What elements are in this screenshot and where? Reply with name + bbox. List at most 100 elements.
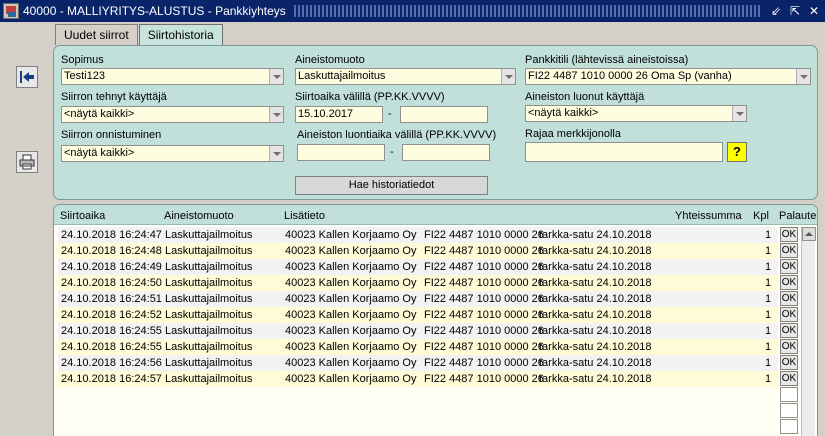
- chevron-down-icon[interactable]: [269, 107, 283, 122]
- aineistomuoto-select[interactable]: Laskuttajailmoitus: [295, 68, 516, 85]
- cell-aineistomuoto: Laskuttajailmoitus: [165, 229, 253, 241]
- feedback-empty-slot[interactable]: [780, 387, 798, 402]
- exit-arrow-icon: [20, 71, 34, 83]
- aineiston-luonut-value: <näytä kaikki>: [528, 107, 599, 119]
- cell-lisatieto-info: tarkka-satu 24.10.2018: [539, 373, 652, 385]
- table-row[interactable]: 24.10.2018 16:24:52 Laskuttajailmoitus 400…: [58, 307, 778, 323]
- sopimus-select[interactable]: Testi123: [61, 68, 284, 85]
- cell-lisatieto-company: 40023 Kallen Korjaamo Oy: [285, 325, 417, 337]
- cell-kpl: 1: [765, 309, 772, 321]
- cell-lisatieto-account: FI22 4487 1010 0000 26: [424, 341, 544, 353]
- feedback-ok-button[interactable]: OK: [780, 339, 798, 354]
- siirron-tehnyt-value: <näytä kaikki>: [64, 108, 135, 120]
- maximize-icon[interactable]: ⇱: [787, 3, 803, 19]
- cell-lisatieto-info: tarkka-satu 24.10.2018: [539, 245, 652, 257]
- scroll-up-icon[interactable]: [802, 227, 816, 241]
- cell-kpl: 1: [765, 245, 772, 257]
- chevron-down-icon[interactable]: [501, 69, 515, 84]
- tab-siirtohistoria[interactable]: Siirtohistoria: [138, 24, 223, 46]
- chevron-down-icon[interactable]: [269, 69, 283, 84]
- cell-siirtoaika: 24.10.2018 16:24:48: [61, 245, 162, 257]
- cell-lisatieto-account: FI22 4487 1010 0000 26: [424, 229, 544, 241]
- minimize-icon[interactable]: ⇙: [768, 3, 784, 19]
- cell-lisatieto-info: tarkka-satu 24.10.2018: [539, 357, 652, 369]
- cell-lisatieto-info: tarkka-satu 24.10.2018: [539, 261, 652, 273]
- column-header-lisatieto: Lisätieto: [284, 210, 325, 222]
- title-bar-pattern: [291, 5, 762, 17]
- pankkitili-label: Pankkitili (lähtevissä aineistoissa): [525, 54, 689, 66]
- column-header-aineistomuoto: Aineistomuoto: [164, 210, 234, 222]
- cell-lisatieto-account: FI22 4487 1010 0000 26: [424, 325, 544, 337]
- cell-siirtoaika: 24.10.2018 16:24:47: [61, 229, 162, 241]
- feedback-empty-slot[interactable]: [780, 419, 798, 434]
- tab-uudet-siirrot[interactable]: Uudet siirrot: [55, 24, 138, 45]
- siirtoaika-to-input[interactable]: [400, 106, 488, 123]
- feedback-ok-button[interactable]: OK: [780, 307, 798, 322]
- chevron-down-icon[interactable]: [732, 106, 746, 121]
- cell-lisatieto-info: tarkka-satu 24.10.2018: [539, 293, 652, 305]
- sopimus-value: Testi123: [64, 70, 105, 82]
- table-row[interactable]: 24.10.2018 16:24:55 Laskuttajailmoitus 400…: [58, 323, 778, 339]
- cell-siirtoaika: 24.10.2018 16:24:49: [61, 261, 162, 273]
- feedback-empty-slot[interactable]: [780, 403, 798, 418]
- table-row[interactable]: 24.10.2018 16:24:49 Laskuttajailmoitus 400…: [58, 259, 778, 275]
- tab-strip: Uudet siirrot Siirtohistoria: [55, 24, 224, 46]
- filter-panel: Sopimus Testi123 Aineistomuoto Laskuttaj…: [53, 45, 818, 200]
- feedback-ok-button[interactable]: OK: [780, 275, 798, 290]
- table-row[interactable]: 24.10.2018 16:24:47 Laskuttajailmoitus 400…: [58, 227, 778, 243]
- cell-lisatieto-account: FI22 4487 1010 0000 26: [424, 245, 544, 257]
- printer-icon: [19, 154, 35, 170]
- table-row[interactable]: 24.10.2018 16:24:55 Laskuttajailmoitus 400…: [58, 339, 778, 355]
- column-header-palaute: Palaute: [779, 210, 817, 222]
- rajaa-label: Rajaa merkkijonolla: [525, 128, 621, 140]
- feedback-ok-button[interactable]: OK: [780, 227, 798, 242]
- cell-aineistomuoto: Laskuttajailmoitus: [165, 245, 253, 257]
- cell-aineistomuoto: Laskuttajailmoitus: [165, 277, 253, 289]
- results-header: Siirtoaika Aineistomuoto Lisätieto Yhtei…: [54, 205, 817, 225]
- luontiaika-from-input[interactable]: [297, 144, 385, 161]
- table-row[interactable]: 24.10.2018 16:24:56 Laskuttajailmoitus 400…: [58, 355, 778, 371]
- aineistomuoto-value: Laskuttajailmoitus: [298, 70, 386, 82]
- table-row[interactable]: 24.10.2018 16:24:50 Laskuttajailmoitus 400…: [58, 275, 778, 291]
- vertical-scrollbar[interactable]: [801, 227, 816, 436]
- luontiaika-to-input[interactable]: [402, 144, 490, 161]
- cell-aineistomuoto: Laskuttajailmoitus: [165, 309, 253, 321]
- column-header-yhteissumma: Yhteissumma: [675, 210, 742, 222]
- cell-lisatieto-info: tarkka-satu 24.10.2018: [539, 277, 652, 289]
- table-row[interactable]: 24.10.2018 16:24:48 Laskuttajailmoitus 400…: [58, 243, 778, 259]
- feedback-ok-button[interactable]: OK: [780, 259, 798, 274]
- feedback-ok-button[interactable]: OK: [780, 355, 798, 370]
- feedback-ok-button[interactable]: OK: [780, 323, 798, 338]
- feedback-ok-button[interactable]: OK: [780, 371, 798, 386]
- siirron-onnistuminen-value: <näytä kaikki>: [64, 147, 135, 159]
- cell-kpl: 1: [765, 373, 772, 385]
- feedback-ok-button[interactable]: OK: [780, 291, 798, 306]
- fetch-history-button[interactable]: Hae historiatiedot: [295, 176, 488, 195]
- cell-kpl: 1: [765, 357, 772, 369]
- sopimus-label: Sopimus: [61, 54, 104, 66]
- siirron-onnistuminen-select[interactable]: <näytä kaikki>: [61, 145, 284, 162]
- table-row[interactable]: 24.10.2018 16:24:57 Laskuttajailmoitus 400…: [58, 371, 778, 387]
- cell-siirtoaika: 24.10.2018 16:24:56: [61, 357, 162, 369]
- cell-aineistomuoto: Laskuttajailmoitus: [165, 261, 253, 273]
- exit-button[interactable]: [16, 66, 38, 88]
- rajaa-input[interactable]: [525, 142, 723, 162]
- table-row[interactable]: 24.10.2018 16:24:51 Laskuttajailmoitus 400…: [58, 291, 778, 307]
- cell-lisatieto-company: 40023 Kallen Korjaamo Oy: [285, 229, 417, 241]
- feedback-ok-button[interactable]: OK: [780, 243, 798, 258]
- cell-lisatieto-company: 40023 Kallen Korjaamo Oy: [285, 309, 417, 321]
- chevron-down-icon[interactable]: [796, 69, 810, 84]
- cell-lisatieto-info: tarkka-satu 24.10.2018: [539, 309, 652, 321]
- aineiston-luonut-select[interactable]: <näytä kaikki>: [525, 105, 747, 122]
- cell-lisatieto-company: 40023 Kallen Korjaamo Oy: [285, 245, 417, 257]
- pankkitili-select[interactable]: FI22 4487 1010 0000 26 Oma Sp (vanha): [525, 68, 811, 85]
- cell-kpl: 1: [765, 261, 772, 273]
- close-icon[interactable]: ✕: [806, 3, 822, 19]
- siirron-tehnyt-select[interactable]: <näytä kaikki>: [61, 106, 284, 123]
- siirron-tehnyt-label: Siirron tehnyt käyttäjä: [61, 91, 167, 103]
- chevron-down-icon[interactable]: [269, 146, 283, 161]
- print-button[interactable]: [16, 151, 38, 173]
- help-button[interactable]: ?: [727, 142, 747, 162]
- cell-kpl: 1: [765, 325, 772, 337]
- siirtoaika-from-input[interactable]: 15.10.2017: [295, 106, 383, 123]
